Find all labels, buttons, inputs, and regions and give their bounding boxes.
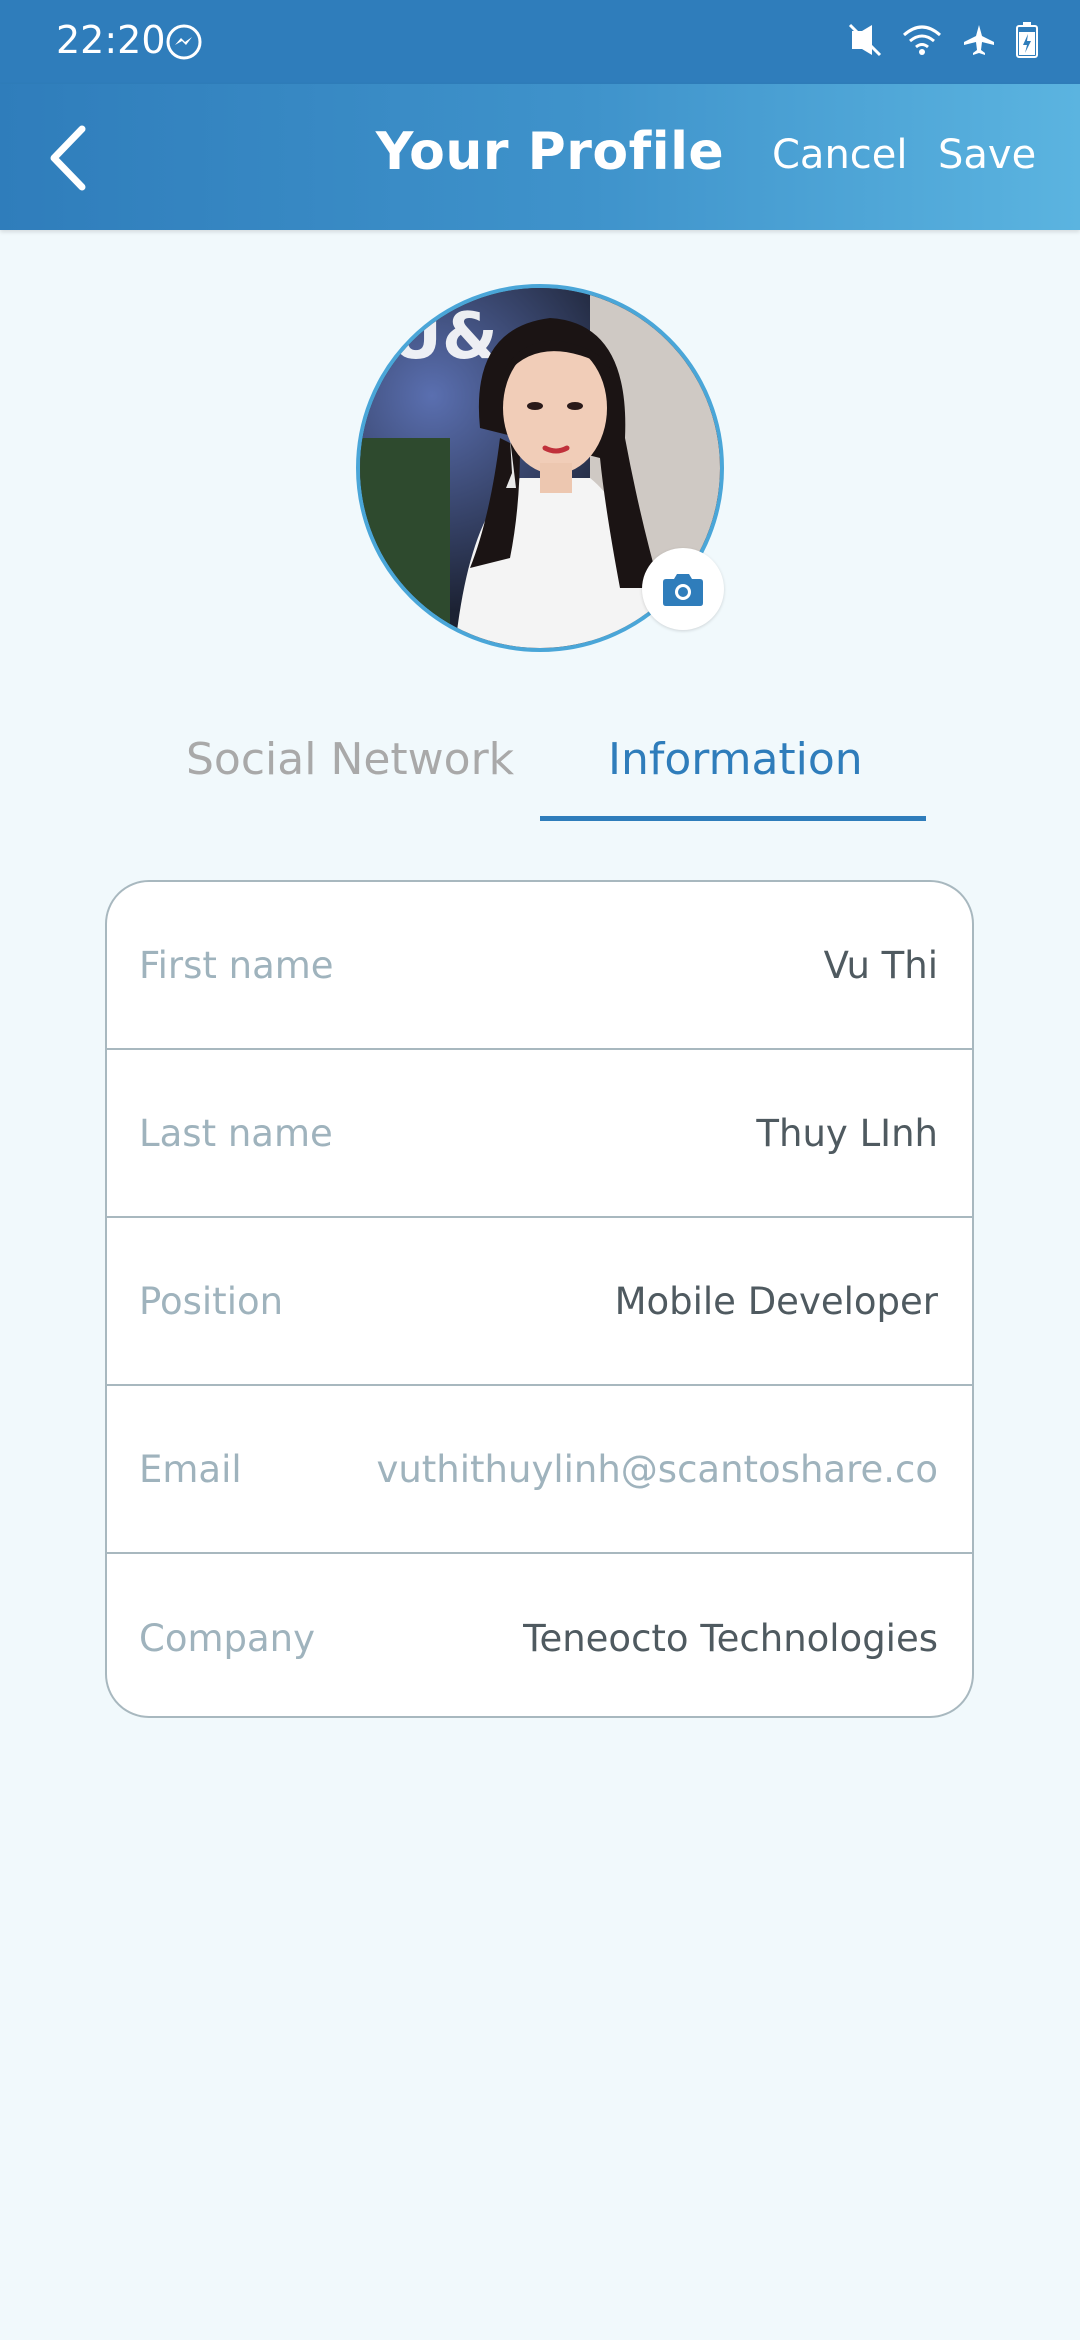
last-name-field[interactable]: Thuy LInh <box>756 1112 938 1155</box>
first-name-row[interactable]: First name Vu Thi <box>107 882 972 1050</box>
email-field[interactable]: vuthithuylinh@scantoshare.co <box>376 1448 938 1491</box>
company-field[interactable]: Teneocto Technologies <box>523 1617 938 1660</box>
first-name-field[interactable]: Vu Thi <box>824 944 938 987</box>
last-name-label: Last name <box>139 1111 333 1155</box>
company-row[interactable]: Company Teneocto Technologies <box>107 1554 972 1716</box>
last-name-row[interactable]: Last name Thuy LInh <box>107 1050 972 1218</box>
tab-information[interactable]: Information <box>608 734 863 785</box>
tab-social-network[interactable]: Social Network <box>186 734 514 785</box>
active-tab-indicator <box>540 816 926 821</box>
camera-icon <box>663 574 703 606</box>
email-label: Email <box>139 1447 242 1491</box>
first-name-label: First name <box>139 943 334 987</box>
position-row[interactable]: Position Mobile Developer <box>107 1218 972 1386</box>
company-label: Company <box>139 1616 316 1660</box>
wifi-icon <box>902 23 942 61</box>
cancel-button[interactable]: Cancel <box>772 132 908 178</box>
mute-vibrate-icon <box>848 23 882 61</box>
page-title: Your Profile <box>375 122 725 182</box>
battery-charging-icon <box>1016 22 1038 62</box>
status-icons <box>848 22 1038 62</box>
change-photo-button[interactable] <box>642 548 724 630</box>
position-label: Position <box>139 1279 284 1323</box>
svg-text:U&: U& <box>390 300 498 374</box>
avatar-container: U& <box>356 284 724 652</box>
profile-tabs: Social Network Information <box>150 720 940 821</box>
app-header: Your Profile Cancel Save <box>0 84 1080 230</box>
airplane-icon <box>962 23 996 61</box>
messenger-icon <box>166 24 202 60</box>
email-row[interactable]: Email vuthithuylinh@scantoshare.co <box>107 1386 972 1554</box>
save-button[interactable]: Save <box>938 132 1036 178</box>
position-field[interactable]: Mobile Developer <box>615 1280 938 1323</box>
information-card: First name Vu Thi Last name Thuy LInh Po… <box>105 880 974 1718</box>
status-bar: 22:20 <box>0 0 1080 84</box>
status-time: 22:20 <box>56 18 166 62</box>
